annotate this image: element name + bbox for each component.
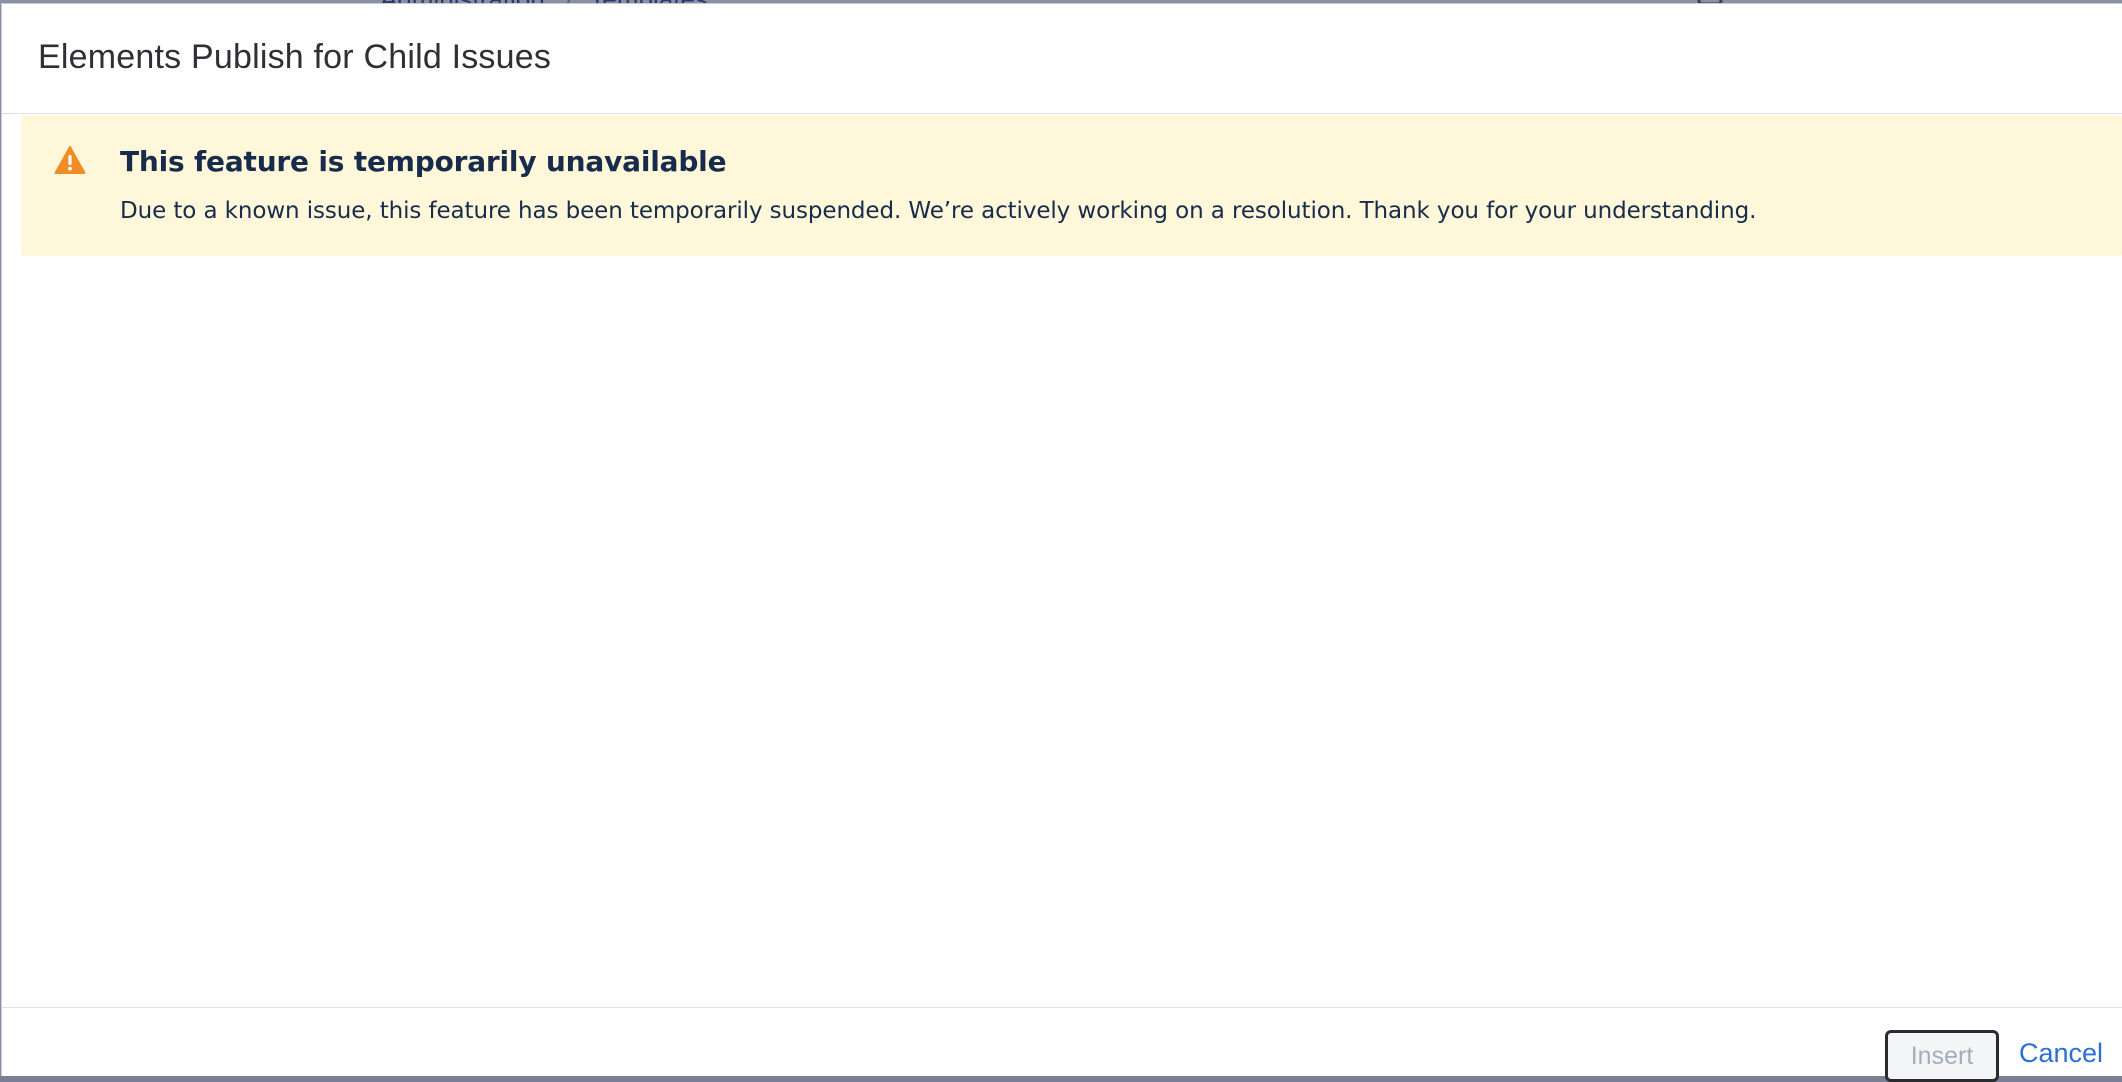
dialog-footer: Insert Cancel: [2, 1007, 2122, 1082]
cancel-button[interactable]: Cancel: [2019, 1038, 2103, 1069]
warning-banner: This feature is temporarily unavailable …: [21, 115, 2122, 256]
modal-dialog: Elements Publish for Child Issues This f…: [1, 3, 2122, 1082]
warning-icon: [54, 146, 86, 174]
banner-message: Due to a known issue, this feature has b…: [120, 198, 1757, 224]
insert-button[interactable]: Insert: [1885, 1030, 1999, 1082]
dialog-header: Elements Publish for Child Issues: [2, 4, 2122, 114]
banner-title: This feature is temporarily unavailable: [120, 145, 727, 178]
dialog-title: Elements Publish for Child Issues: [38, 38, 552, 76]
